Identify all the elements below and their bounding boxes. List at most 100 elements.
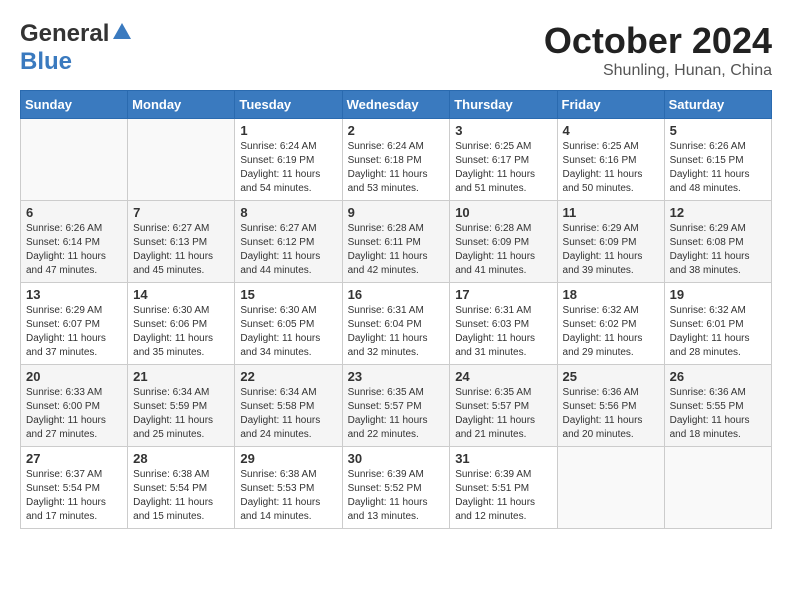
calendar-day-cell: 6 Sunrise: 6:26 AM Sunset: 6:14 PM Daylig… xyxy=(21,201,128,283)
calendar-day-cell: 18Sunrise: 6:32 AM Sunset: 6:02 PM Dayli… xyxy=(557,283,664,365)
day-number: 8 xyxy=(240,205,336,220)
day-number: 14 xyxy=(133,287,229,302)
day-number: 15 xyxy=(240,287,336,302)
day-info: Sunrise: 6:36 AM Sunset: 5:55 PM Dayligh… xyxy=(670,386,766,442)
day-info: Sunrise: 6:26 AM Sunset: 6:14 PM Dayligh… xyxy=(26,222,122,278)
day-info: Sunrise: 6:30 AM Sunset: 6:06 PM Dayligh… xyxy=(133,304,229,360)
day-info: Sunrise: 6:31 AM Sunset: 6:04 PM Dayligh… xyxy=(348,304,445,360)
logo-blue: Blue xyxy=(20,48,72,76)
day-info: Sunrise: 6:32 AM Sunset: 6:02 PM Dayligh… xyxy=(563,304,659,360)
weekday-header: Thursday xyxy=(450,91,557,119)
day-number: 4 xyxy=(563,123,659,138)
day-number: 22 xyxy=(240,369,336,384)
calendar-day-cell: 13 Sunrise: 6:29 AM Sunset: 6:07 PM Dayli… xyxy=(21,283,128,365)
day-number: 27 xyxy=(26,451,122,466)
day-info: Sunrise: 6:24 AM Sunset: 6:18 PM Dayligh… xyxy=(348,140,445,196)
day-number: 25 xyxy=(563,369,659,384)
day-info: Sunrise: 6:38 AM Sunset: 5:53 PM Dayligh… xyxy=(240,468,336,524)
day-info: Sunrise: 6:28 AM Sunset: 6:11 PM Dayligh… xyxy=(348,222,445,278)
calendar-day-cell: 12Sunrise: 6:29 AM Sunset: 6:08 PM Dayli… xyxy=(664,201,771,283)
logo: General Blue xyxy=(20,20,133,76)
day-info: Sunrise: 6:27 AM Sunset: 6:12 PM Dayligh… xyxy=(240,222,336,278)
day-number: 31 xyxy=(455,451,551,466)
day-number: 10 xyxy=(455,205,551,220)
calendar-day-cell: 25 Sunrise: 6:36 AM Sunset: 5:56 PM Dayli… xyxy=(557,365,664,447)
calendar-day-cell: 3 Sunrise: 6:25 AM Sunset: 6:17 PM Daylig… xyxy=(450,119,557,201)
day-number: 19 xyxy=(670,287,766,302)
calendar-day-cell: 10 Sunrise: 6:28 AM Sunset: 6:09 PM Dayli… xyxy=(450,201,557,283)
day-info: Sunrise: 6:29 AM Sunset: 6:08 PM Dayligh… xyxy=(670,222,766,278)
calendar-week-row: 13 Sunrise: 6:29 AM Sunset: 6:07 PM Dayli… xyxy=(21,283,772,365)
weekday-header: Sunday xyxy=(21,91,128,119)
calendar-day-cell: 23Sunrise: 6:35 AM Sunset: 5:57 PM Dayli… xyxy=(342,365,450,447)
weekday-header: Saturday xyxy=(664,91,771,119)
day-info: Sunrise: 6:38 AM Sunset: 5:54 PM Dayligh… xyxy=(133,468,229,524)
day-info: Sunrise: 6:29 AM Sunset: 6:07 PM Dayligh… xyxy=(26,304,122,360)
day-number: 7 xyxy=(133,205,229,220)
calendar-day-cell: 30Sunrise: 6:39 AM Sunset: 5:52 PM Dayli… xyxy=(342,447,450,529)
title-block: October 2024 Shunling, Hunan, China xyxy=(544,20,772,80)
day-info: Sunrise: 6:37 AM Sunset: 5:54 PM Dayligh… xyxy=(26,468,122,524)
calendar-day-cell xyxy=(557,447,664,529)
day-info: Sunrise: 6:36 AM Sunset: 5:56 PM Dayligh… xyxy=(563,386,659,442)
day-info: Sunrise: 6:32 AM Sunset: 6:01 PM Dayligh… xyxy=(670,304,766,360)
calendar-day-cell: 11Sunrise: 6:29 AM Sunset: 6:09 PM Dayli… xyxy=(557,201,664,283)
calendar-day-cell: 9 Sunrise: 6:28 AM Sunset: 6:11 PM Daylig… xyxy=(342,201,450,283)
calendar-week-row: 6 Sunrise: 6:26 AM Sunset: 6:14 PM Daylig… xyxy=(21,201,772,283)
calendar-day-cell: 16 Sunrise: 6:31 AM Sunset: 6:04 PM Dayli… xyxy=(342,283,450,365)
day-number: 23 xyxy=(348,369,445,384)
day-number: 13 xyxy=(26,287,122,302)
calendar-table: SundayMondayTuesdayWednesdayThursdayFrid… xyxy=(20,90,772,529)
calendar-day-cell: 2 Sunrise: 6:24 AM Sunset: 6:18 PM Daylig… xyxy=(342,119,450,201)
day-info: Sunrise: 6:35 AM Sunset: 5:57 PM Dayligh… xyxy=(455,386,551,442)
calendar-day-cell: 31 Sunrise: 6:39 AM Sunset: 5:51 PM Dayli… xyxy=(450,447,557,529)
day-number: 9 xyxy=(348,205,445,220)
day-info: Sunrise: 6:34 AM Sunset: 5:59 PM Dayligh… xyxy=(133,386,229,442)
calendar-day-cell: 27 Sunrise: 6:37 AM Sunset: 5:54 PM Dayli… xyxy=(21,447,128,529)
calendar-day-cell xyxy=(128,119,235,201)
calendar-day-cell xyxy=(664,447,771,529)
location: Shunling, Hunan, China xyxy=(544,62,772,80)
day-number: 24 xyxy=(455,369,551,384)
day-number: 2 xyxy=(348,123,445,138)
weekday-header: Monday xyxy=(128,91,235,119)
day-number: 5 xyxy=(670,123,766,138)
day-number: 1 xyxy=(240,123,336,138)
day-info: Sunrise: 6:30 AM Sunset: 6:05 PM Dayligh… xyxy=(240,304,336,360)
day-info: Sunrise: 6:34 AM Sunset: 5:58 PM Dayligh… xyxy=(240,386,336,442)
day-number: 17 xyxy=(455,287,551,302)
calendar-day-cell: 20 Sunrise: 6:33 AM Sunset: 6:00 PM Dayli… xyxy=(21,365,128,447)
calendar-day-cell: 19 Sunrise: 6:32 AM Sunset: 6:01 PM Dayli… xyxy=(664,283,771,365)
calendar-day-cell: 14 Sunrise: 6:30 AM Sunset: 6:06 PM Dayli… xyxy=(128,283,235,365)
logo-general: General xyxy=(20,20,109,48)
day-info: Sunrise: 6:33 AM Sunset: 6:00 PM Dayligh… xyxy=(26,386,122,442)
weekday-header: Tuesday xyxy=(235,91,342,119)
day-info: Sunrise: 6:26 AM Sunset: 6:15 PM Dayligh… xyxy=(670,140,766,196)
weekday-header: Friday xyxy=(557,91,664,119)
calendar-day-cell: 17Sunrise: 6:31 AM Sunset: 6:03 PM Dayli… xyxy=(450,283,557,365)
day-info: Sunrise: 6:24 AM Sunset: 6:19 PM Dayligh… xyxy=(240,140,336,196)
calendar-day-cell: 1 Sunrise: 6:24 AM Sunset: 6:19 PM Daylig… xyxy=(235,119,342,201)
weekday-header-row: SundayMondayTuesdayWednesdayThursdayFrid… xyxy=(21,91,772,119)
calendar-day-cell: 26 Sunrise: 6:36 AM Sunset: 5:55 PM Dayli… xyxy=(664,365,771,447)
day-number: 16 xyxy=(348,287,445,302)
calendar-day-cell: 15 Sunrise: 6:30 AM Sunset: 6:05 PM Dayli… xyxy=(235,283,342,365)
calendar-day-cell: 22 Sunrise: 6:34 AM Sunset: 5:58 PM Dayli… xyxy=(235,365,342,447)
day-number: 30 xyxy=(348,451,445,466)
calendar-day-cell: 28Sunrise: 6:38 AM Sunset: 5:54 PM Dayli… xyxy=(128,447,235,529)
day-number: 29 xyxy=(240,451,336,466)
day-number: 26 xyxy=(670,369,766,384)
page-header: General Blue October 2024 Shunling, Huna… xyxy=(20,20,772,80)
day-info: Sunrise: 6:28 AM Sunset: 6:09 PM Dayligh… xyxy=(455,222,551,278)
day-number: 6 xyxy=(26,205,122,220)
calendar-week-row: 1 Sunrise: 6:24 AM Sunset: 6:19 PM Daylig… xyxy=(21,119,772,201)
day-number: 20 xyxy=(26,369,122,384)
day-info: Sunrise: 6:27 AM Sunset: 6:13 PM Dayligh… xyxy=(133,222,229,278)
day-info: Sunrise: 6:39 AM Sunset: 5:51 PM Dayligh… xyxy=(455,468,551,524)
day-info: Sunrise: 6:25 AM Sunset: 6:16 PM Dayligh… xyxy=(563,140,659,196)
calendar-day-cell: 4 Sunrise: 6:25 AM Sunset: 6:16 PM Daylig… xyxy=(557,119,664,201)
calendar-day-cell: 5 Sunrise: 6:26 AM Sunset: 6:15 PM Daylig… xyxy=(664,119,771,201)
month-title: October 2024 xyxy=(544,20,772,62)
day-number: 3 xyxy=(455,123,551,138)
day-info: Sunrise: 6:25 AM Sunset: 6:17 PM Dayligh… xyxy=(455,140,551,196)
